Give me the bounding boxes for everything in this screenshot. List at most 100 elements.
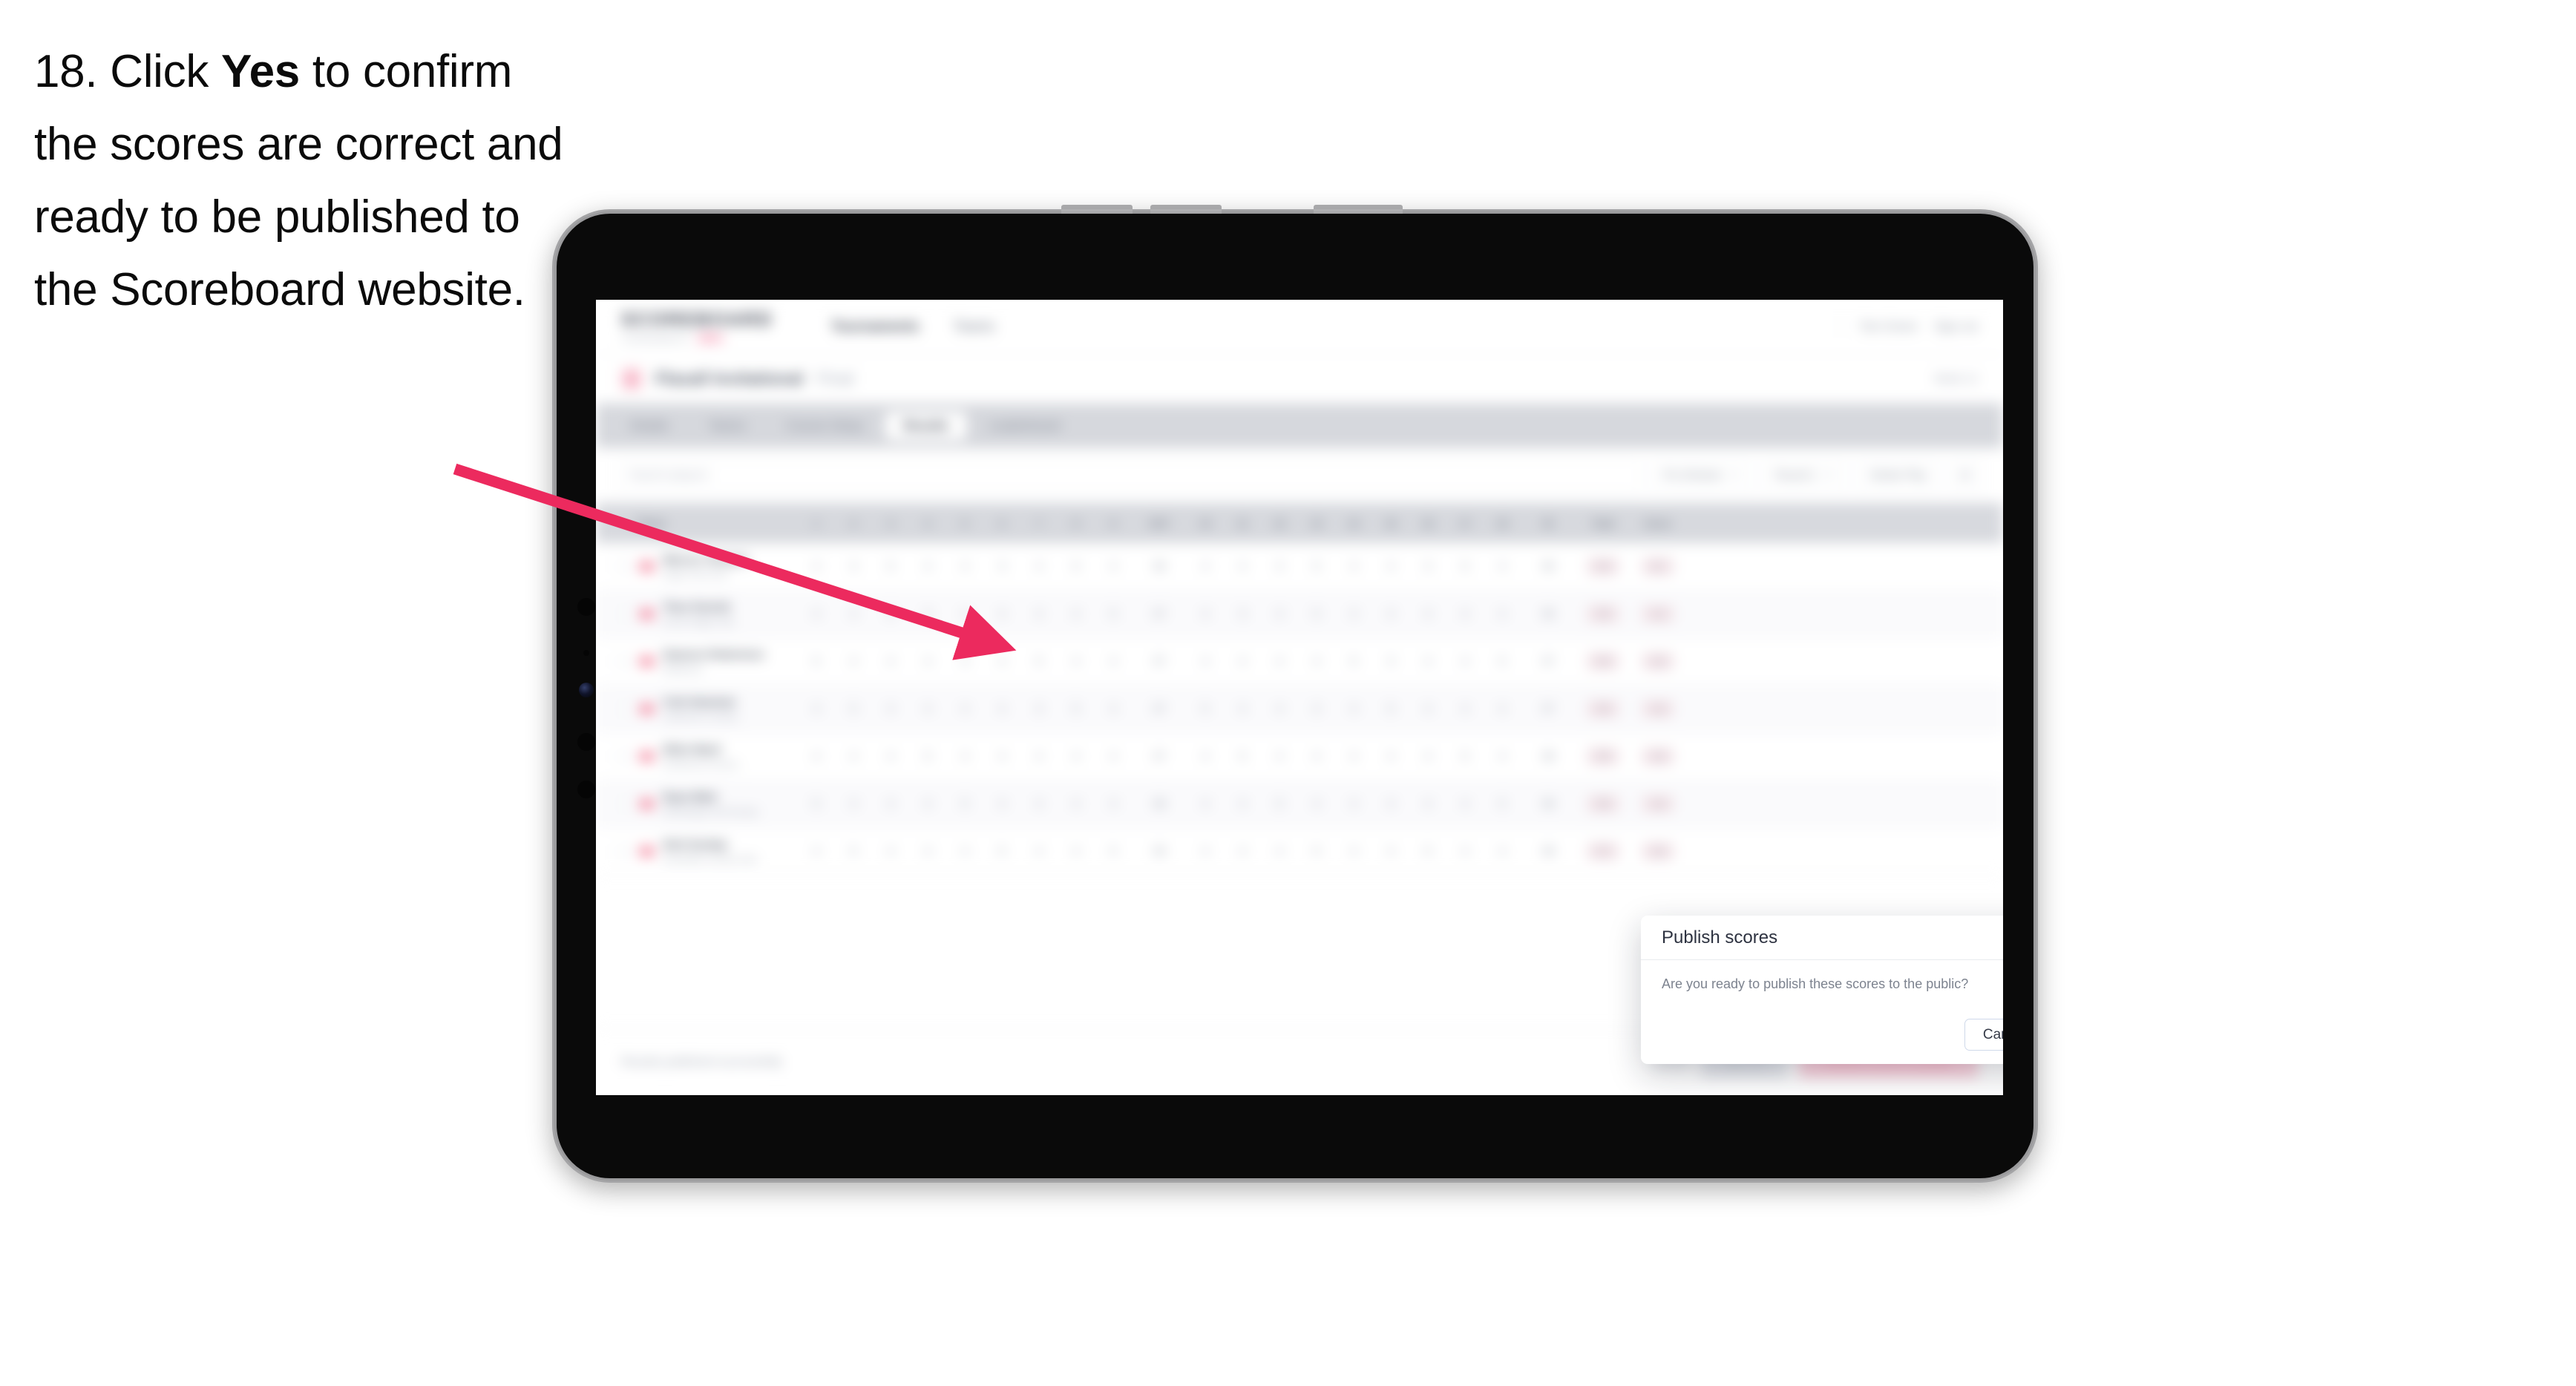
score-cell-h4[interactable]: 4 (909, 798, 946, 810)
score-cell-h16[interactable]: 4 (1409, 655, 1446, 668)
score-cell-h7[interactable]: 5 (1020, 655, 1058, 668)
score-cell-h16[interactable]: 4 (1409, 608, 1446, 620)
score-cell-h18[interactable]: 4 (1484, 608, 1521, 620)
score-cell-h4[interactable]: 4 (909, 703, 946, 715)
score-cell-h7[interactable]: 3 (1020, 703, 1058, 715)
score-cell-h9[interactable]: 5 (1095, 608, 1132, 620)
table-row[interactable]: Ryan Blair Westbridge Golf Society 5 4 4 4 5 4 4… (596, 781, 2003, 828)
score-cell-h14[interactable]: 4 (1335, 798, 1372, 810)
score-cell-h16[interactable]: 3 (1409, 560, 1446, 573)
score-cell-in[interactable]: 38 (1521, 798, 1576, 810)
score-cell-h17[interactable]: 4 (1446, 845, 1484, 858)
score-cell-out[interactable]: 38 (1132, 798, 1187, 810)
score-cell-h16[interactable]: 4 (1409, 750, 1446, 763)
score-cell-h11[interactable]: 4 (1224, 560, 1261, 573)
score-cell-h15[interactable]: 4 (1372, 750, 1409, 763)
score-cell-h7[interactable]: 4 (1020, 798, 1058, 810)
score-cell-h9[interactable]: 4 (1095, 560, 1132, 573)
score-cell-h11[interactable]: 5 (1224, 750, 1261, 763)
score-cell-h1[interactable]: 4 (798, 608, 835, 620)
score-cell-h7[interactable]: 4 (1020, 845, 1058, 858)
score-cell-h15[interactable]: 3 (1372, 655, 1409, 668)
score-cell-h2[interactable]: 4 (835, 798, 872, 810)
score-cell-h14[interactable]: 5 (1335, 655, 1372, 668)
score-cell-h10[interactable]: 4 (1187, 798, 1224, 810)
score-cell-h18[interactable]: 4 (1484, 560, 1521, 573)
score-cell-h4[interactable]: 3 (909, 608, 946, 620)
table-row[interactable]: Elliot Ward Northbrook Greens 4 4 4 5 4 4 4 4 4 37 4… (596, 733, 2003, 781)
score-cell-h11[interactable]: 3 (1224, 608, 1261, 620)
score-cell-h8[interactable]: 4 (1058, 608, 1095, 620)
score-cell-h3[interactable]: 4 (872, 750, 909, 763)
score-cell-h3[interactable]: 4 (872, 655, 909, 668)
score-cell-h5[interactable]: 5 (946, 798, 983, 810)
score-cell-h2[interactable]: 5 (835, 703, 872, 715)
score-cell-h2[interactable]: 4 (835, 608, 872, 620)
score-cell-h6[interactable]: 4 (983, 750, 1020, 763)
score-cell-h8[interactable]: 4 (1058, 750, 1095, 763)
score-cell-h17[interactable]: 4 (1446, 703, 1484, 715)
score-cell-h13[interactable]: 4 (1298, 750, 1335, 763)
volume-up-button[interactable] (1061, 205, 1133, 214)
tab-course-setup[interactable]: Course Setup (768, 412, 881, 440)
nav-signout-link[interactable]: Sign out (1934, 321, 1978, 334)
tab-results[interactable]: Results (885, 412, 967, 440)
score-cell-in[interactable]: 36 (1521, 560, 1576, 573)
score-cell-h5[interactable]: 4 (946, 750, 983, 763)
score-cell-out[interactable]: 37 (1132, 750, 1187, 763)
score-cell-h9[interactable]: 4 (1095, 798, 1132, 810)
cancel-button[interactable]: Cancel (1964, 1019, 2003, 1051)
score-cell-h18[interactable]: 5 (1484, 655, 1521, 668)
score-cell-h14[interactable]: 4 (1335, 703, 1372, 715)
score-cell-h5[interactable]: 4 (946, 845, 983, 858)
table-row[interactable]: Dawson Robertson Bellahurst 5 4 4 4 3 4 5 4 4 37 4 4 4… (596, 638, 2003, 686)
score-cell-out[interactable]: 36 (1132, 560, 1187, 573)
score-cell-out[interactable]: 37 (1132, 655, 1187, 668)
score-cell-h18[interactable]: 5 (1484, 798, 1521, 810)
table-row[interactable]: Nick Dunlap Stonefield Country Club 4 5 4 4 4 5… (596, 828, 2003, 876)
score-cell-h12[interactable]: 4 (1261, 608, 1298, 620)
nav-user-name[interactable]: Tom Green (1859, 321, 1918, 334)
score-cell-h8[interactable]: 5 (1058, 703, 1095, 715)
score-cell-h4[interactable]: 4 (909, 845, 946, 858)
score-cell-h15[interactable]: 4 (1372, 560, 1409, 573)
score-cell-h9[interactable]: 4 (1095, 703, 1132, 715)
score-cell-h14[interactable]: 4 (1335, 750, 1372, 763)
score-cell-h8[interactable]: 4 (1058, 655, 1095, 668)
row-checkbox[interactable] (618, 750, 631, 763)
score-cell-h9[interactable]: 4 (1095, 750, 1132, 763)
score-cell-h18[interactable]: 4 (1484, 845, 1521, 858)
score-cell-h16[interactable]: 5 (1409, 845, 1446, 858)
score-cell-in[interactable]: 38 (1521, 750, 1576, 763)
score-cell-h6[interactable]: 4 (983, 608, 1020, 620)
score-cell-h8[interactable]: 5 (1058, 560, 1095, 573)
score-cell-in[interactable]: 36 (1521, 608, 1576, 620)
score-cell-h16[interactable]: 4 (1409, 703, 1446, 715)
row-checkbox[interactable] (618, 798, 631, 810)
score-cell-h17[interactable]: 5 (1446, 750, 1484, 763)
score-cell-in[interactable]: 37 (1521, 655, 1576, 668)
tab-teams[interactable]: Teams (691, 412, 764, 440)
score-cell-h4[interactable]: 4 (909, 560, 946, 573)
score-cell-h8[interactable]: 4 (1058, 798, 1095, 810)
score-cell-h2[interactable]: 4 (835, 750, 872, 763)
nav-link-teams[interactable]: Teams (954, 319, 995, 335)
score-cell-h17[interactable]: 4 (1446, 798, 1484, 810)
score-cell-h11[interactable]: 4 (1224, 703, 1261, 715)
filter-format[interactable]: Stroke Play (1857, 459, 1939, 491)
score-cell-h3[interactable]: 5 (872, 560, 909, 573)
score-cell-h3[interactable]: 4 (872, 845, 909, 858)
score-cell-h7[interactable]: 4 (1020, 560, 1058, 573)
filter-round[interactable]: Round 1 ▼ (1762, 459, 1847, 491)
score-cell-h3[interactable]: 4 (872, 703, 909, 715)
score-cell-h17[interactable]: 4 (1446, 655, 1484, 668)
score-cell-h12[interactable]: 5 (1261, 798, 1298, 810)
score-cell-h5[interactable]: 4 (946, 560, 983, 573)
score-cell-h6[interactable]: 3 (983, 560, 1020, 573)
tab-details[interactable]: Details (612, 412, 686, 440)
score-cell-h5[interactable]: 3 (946, 655, 983, 668)
score-cell-out[interactable]: 39 (1132, 845, 1187, 858)
score-cell-h13[interactable]: 5 (1298, 845, 1335, 858)
score-cell-h12[interactable]: 4 (1261, 703, 1298, 715)
tab-leaderboard[interactable]: Leaderboard (971, 412, 1078, 440)
